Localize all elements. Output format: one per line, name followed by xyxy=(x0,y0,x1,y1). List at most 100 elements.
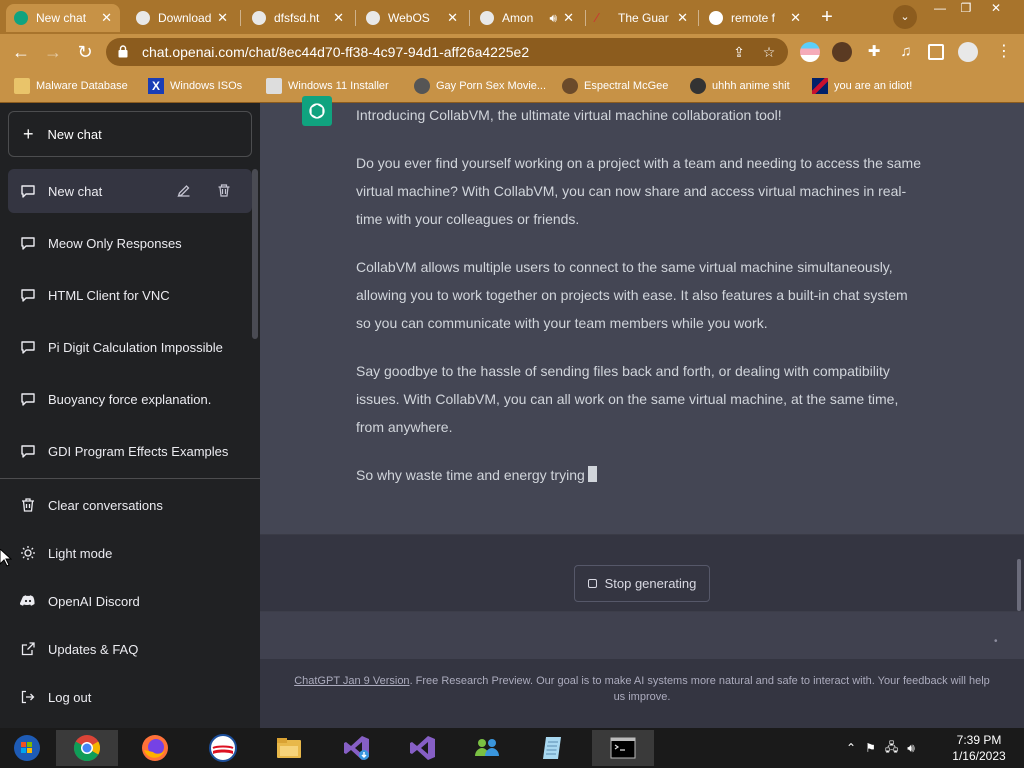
flag-icon[interactable]: ⚑ xyxy=(865,741,876,755)
chevron-up-icon[interactable]: ⌃ xyxy=(846,741,856,755)
browser-toolbar: ← → ↻ chat.openai.com/chat/8ec44d70-ff38… xyxy=(0,34,1024,70)
close-icon[interactable]: ✕ xyxy=(677,10,688,26)
taskbar-visual-studio[interactable] xyxy=(392,730,454,766)
tab-amon[interactable]: Amon 🔊︎ ✕ xyxy=(472,4,582,32)
updates-faq-label: Updates & FAQ xyxy=(48,641,139,657)
updates-faq-link[interactable]: Updates & FAQ xyxy=(8,627,252,671)
share-icon[interactable]: ⇪ xyxy=(730,43,748,61)
minimize-button[interactable]: — xyxy=(927,0,953,18)
globe-icon xyxy=(366,11,380,25)
speaker-icon[interactable]: 🔊︎ xyxy=(550,11,558,26)
light-mode-button[interactable]: Light mode xyxy=(8,531,252,575)
conversation-label: HTML Client for VNC xyxy=(48,287,170,303)
star-icon[interactable]: ☆ xyxy=(760,43,778,61)
close-window-button[interactable]: ✕ xyxy=(983,0,1009,18)
tab-search-button[interactable]: ⌄ xyxy=(893,5,917,29)
sidebar-scrollbar[interactable] xyxy=(252,169,258,339)
log-out-button[interactable]: Log out xyxy=(8,675,252,719)
chat-scrollbar[interactable] xyxy=(1017,559,1021,611)
taskbar-chrome[interactable] xyxy=(56,730,118,766)
taskbar-file-explorer[interactable] xyxy=(258,730,320,766)
taskbar-app[interactable] xyxy=(192,730,254,766)
bookmark-you-are-an-idiot[interactable]: you are an idiot! xyxy=(812,76,912,96)
bookmark-malware-database[interactable]: Malware Database xyxy=(14,76,128,96)
system-clock[interactable]: 7:39 PM 1/16/2023 xyxy=(944,732,1014,764)
tab-remote[interactable]: remote f ✕ xyxy=(701,4,809,32)
trash-icon xyxy=(22,498,34,512)
edit-icon[interactable] xyxy=(176,183,192,198)
bookmark-icon xyxy=(414,78,430,94)
close-icon[interactable]: ✕ xyxy=(563,10,574,26)
menu-icon[interactable]: ⋮ xyxy=(994,42,1014,62)
url-text[interactable]: chat.openai.com/chat/8ec44d70-ff38-4c97-… xyxy=(142,38,529,66)
google-icon xyxy=(709,11,723,25)
new-chat-button[interactable]: + New chat xyxy=(8,111,252,157)
sidebar: + New chat New chat Meow Only Responses … xyxy=(0,103,260,728)
conversation-actions xyxy=(176,183,244,198)
start-button[interactable] xyxy=(0,730,58,766)
bookmark-uhhh-anime-shit[interactable]: uhhh anime shit xyxy=(690,76,790,96)
tab-download[interactable]: Download ✕ xyxy=(128,4,236,32)
bookmark-espectral-mcgee[interactable]: Espectral McGee xyxy=(562,76,668,96)
tab-the-guardian[interactable]: ⁄ The Guar ✕ xyxy=(588,4,696,32)
tab-strip: New chat ✕ Download ✕ dfsfsd.ht ✕ WebOS … xyxy=(0,0,1024,34)
tab-new-chat[interactable]: New chat ✕ xyxy=(6,4,120,32)
tab-dfsfsd[interactable]: dfsfsd.ht ✕ xyxy=(244,4,352,32)
new-tab-button[interactable]: + xyxy=(815,6,839,28)
taskbar-vs-installer[interactable] xyxy=(326,730,388,766)
conversation-label: Buoyancy force explanation. xyxy=(48,391,212,407)
address-bar[interactable]: chat.openai.com/chat/8ec44d70-ff38-4c97-… xyxy=(106,38,788,66)
volume-icon[interactable]: 🔊︎ xyxy=(907,741,915,756)
chat-bubble-icon xyxy=(21,445,35,458)
stop-generating-button[interactable]: Stop generating xyxy=(574,565,710,602)
puzzle-icon[interactable]: ✚ xyxy=(864,42,884,62)
close-icon[interactable]: ✕ xyxy=(333,10,344,26)
bookmark-windows-isos[interactable]: X Windows ISOs xyxy=(148,76,242,96)
taskbar: ⌃ ⚑ 🖧︎ 🔊︎ 7:39 PM 1/16/2023 xyxy=(0,728,1024,768)
light-mode-label: Light mode xyxy=(48,545,113,561)
side-panel-icon[interactable] xyxy=(928,44,944,60)
close-icon[interactable]: ✕ xyxy=(790,10,801,26)
close-icon[interactable]: ✕ xyxy=(217,10,228,26)
taskbar-firefox[interactable] xyxy=(124,730,186,766)
profile-icon[interactable] xyxy=(958,42,978,62)
tab-label: WebOS xyxy=(388,11,430,25)
taskbar-notepad[interactable] xyxy=(522,730,584,766)
taskbar-network-app[interactable] xyxy=(456,730,518,766)
restore-button[interactable]: ❐ xyxy=(953,0,979,18)
taskbar-command-prompt[interactable] xyxy=(592,730,654,766)
visual-studio-installer-icon xyxy=(344,736,369,760)
clear-conversations-button[interactable]: Clear conversations xyxy=(8,483,252,527)
sidebar-item-pi-digit-calculation[interactable]: Pi Digit Calculation Impossible xyxy=(8,325,252,369)
trash-icon[interactable] xyxy=(216,183,232,198)
sidebar-item-meow-only-responses[interactable]: Meow Only Responses xyxy=(8,221,252,265)
media-icon[interactable]: ♫ xyxy=(896,42,916,62)
obama-icon xyxy=(209,734,237,762)
sidebar-item-gdi-program-effects[interactable]: GDI Program Effects Examples xyxy=(8,429,252,473)
close-icon[interactable]: ✕ xyxy=(447,10,458,26)
sidebar-divider xyxy=(0,478,260,479)
reload-button[interactable]: ↻ xyxy=(74,41,96,63)
sidebar-item-new-chat[interactable]: New chat xyxy=(8,169,252,213)
back-button[interactable]: ← xyxy=(10,41,32,63)
chat-input[interactable]: • xyxy=(260,611,1024,659)
extension-avatar-icon[interactable] xyxy=(832,42,852,62)
globe-icon xyxy=(136,11,150,25)
close-icon[interactable]: ✕ xyxy=(101,10,112,26)
bookmark-label: Malware Database xyxy=(36,80,128,92)
stop-generating-label: Stop generating xyxy=(604,576,697,591)
sidebar-item-buoyancy-force[interactable]: Buoyancy force explanation. xyxy=(8,377,252,421)
sidebar-item-html-client-for-vnc[interactable]: HTML Client for VNC xyxy=(8,273,252,317)
version-link[interactable]: ChatGPT Jan 9 Version xyxy=(294,675,409,687)
openai-discord-link[interactable]: OpenAI Discord xyxy=(8,579,252,623)
mouse-cursor-icon xyxy=(0,549,12,567)
bookmark-windows-11-installer[interactable]: Windows 11 Installer xyxy=(266,76,389,96)
extension-flag-icon[interactable] xyxy=(800,42,820,62)
lock-icon xyxy=(118,45,128,58)
network-icon[interactable]: 🖧︎ xyxy=(885,738,898,759)
tab-webos[interactable]: WebOS ✕ xyxy=(358,4,466,32)
stop-icon xyxy=(587,579,597,588)
bookmark-gay-porn-sex-movie[interactable]: Gay Porn Sex Movie... xyxy=(414,76,546,96)
send-icon[interactable]: • xyxy=(994,636,998,647)
forward-button[interactable]: → xyxy=(42,41,64,63)
